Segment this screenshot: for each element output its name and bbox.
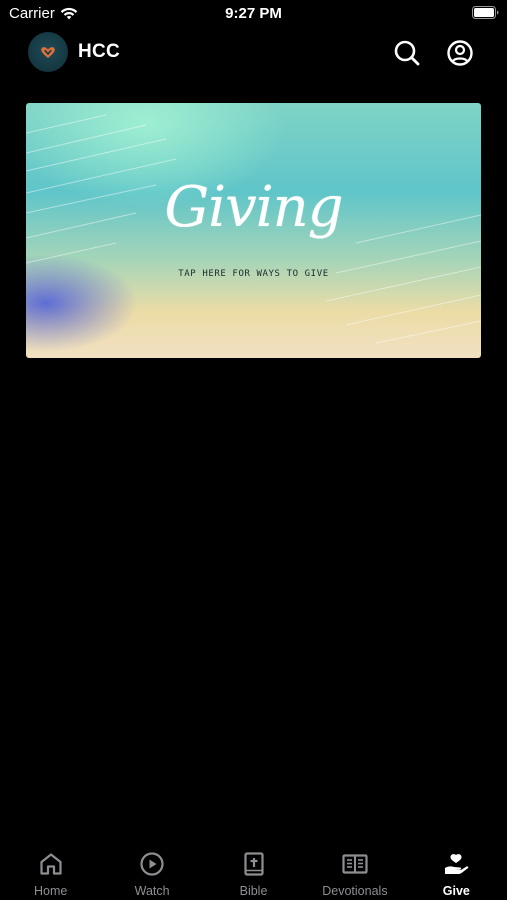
profile-icon <box>447 40 473 66</box>
status-bar: Carrier 9:27 PM <box>0 0 507 28</box>
home-icon <box>37 850 65 878</box>
play-circle-icon <box>138 850 166 878</box>
tab-home-label: Home <box>34 884 68 898</box>
tab-home[interactable]: Home <box>0 842 101 900</box>
giving-subtitle: TAP HERE FOR WAYS TO GIVE <box>178 269 329 279</box>
tab-devotionals[interactable]: Devotionals <box>304 842 405 900</box>
tab-bible-label: Bible <box>239 884 268 898</box>
search-button[interactable] <box>392 38 422 68</box>
search-icon <box>394 40 420 66</box>
tab-give-label: Give <box>442 884 470 898</box>
open-book-icon <box>341 850 369 878</box>
church-logo-avatar[interactable] <box>28 32 68 72</box>
giving-title: Giving <box>164 175 343 240</box>
status-time: 9:27 PM <box>225 5 282 22</box>
give-hand-icon <box>442 850 470 878</box>
bible-icon <box>240 850 268 878</box>
tab-watch[interactable]: Watch <box>101 842 202 900</box>
tab-devotionals-label: Devotionals <box>322 884 388 898</box>
app-title: HCC <box>78 41 121 62</box>
profile-button[interactable] <box>445 38 475 68</box>
bottom-tab-bar: Home Watch Bible Devotionals Give <box>0 842 507 900</box>
giving-banner-card[interactable]: Giving TAP HERE FOR WAYS TO GIVE <box>26 103 481 358</box>
tab-give[interactable]: Give <box>406 842 507 900</box>
tab-watch-label: Watch <box>134 884 170 898</box>
tab-bible[interactable]: Bible <box>203 842 304 900</box>
hcc-heart-logo-icon <box>41 47 55 58</box>
battery-icon <box>472 6 499 19</box>
app-header: HCC <box>0 30 507 76</box>
